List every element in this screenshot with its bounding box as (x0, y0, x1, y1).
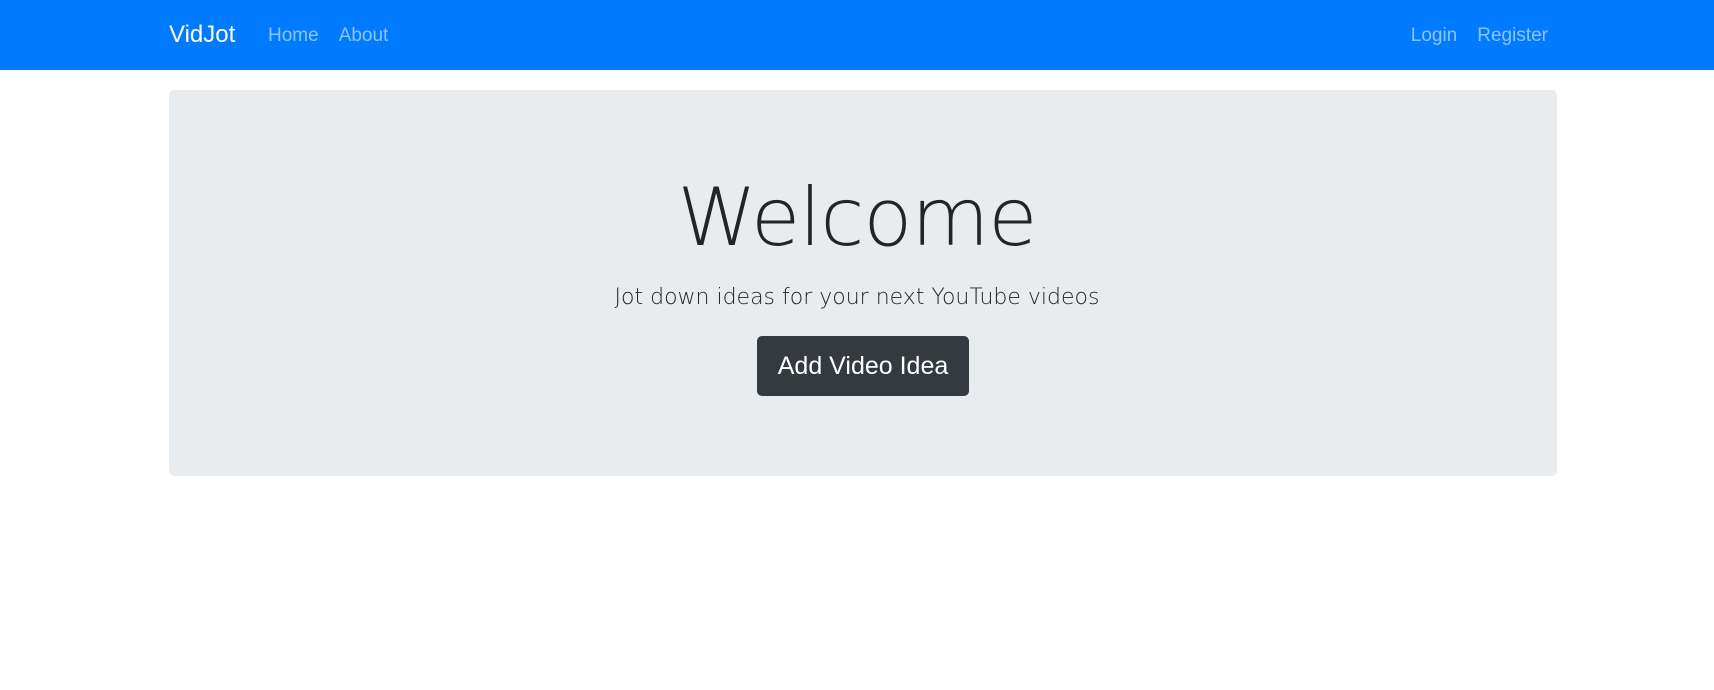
nav-link-register[interactable]: Register (1477, 22, 1548, 50)
nav-left-links: Home About (268, 22, 388, 50)
nav-link-login[interactable]: Login (1411, 22, 1458, 50)
navbar: VidJot Home About Login Register (0, 0, 1714, 70)
lead-text: Jot down ideas for your next YouTube vid… (614, 285, 1100, 310)
nav-right-links: Login Register (1411, 22, 1548, 50)
brand-link[interactable]: VidJot (169, 20, 235, 50)
add-video-idea-button[interactable]: Add Video Idea (757, 336, 969, 396)
welcome-title: Welcome (677, 171, 1038, 264)
nav-link-about[interactable]: About (339, 22, 389, 50)
nav-link-home[interactable]: Home (268, 22, 319, 50)
